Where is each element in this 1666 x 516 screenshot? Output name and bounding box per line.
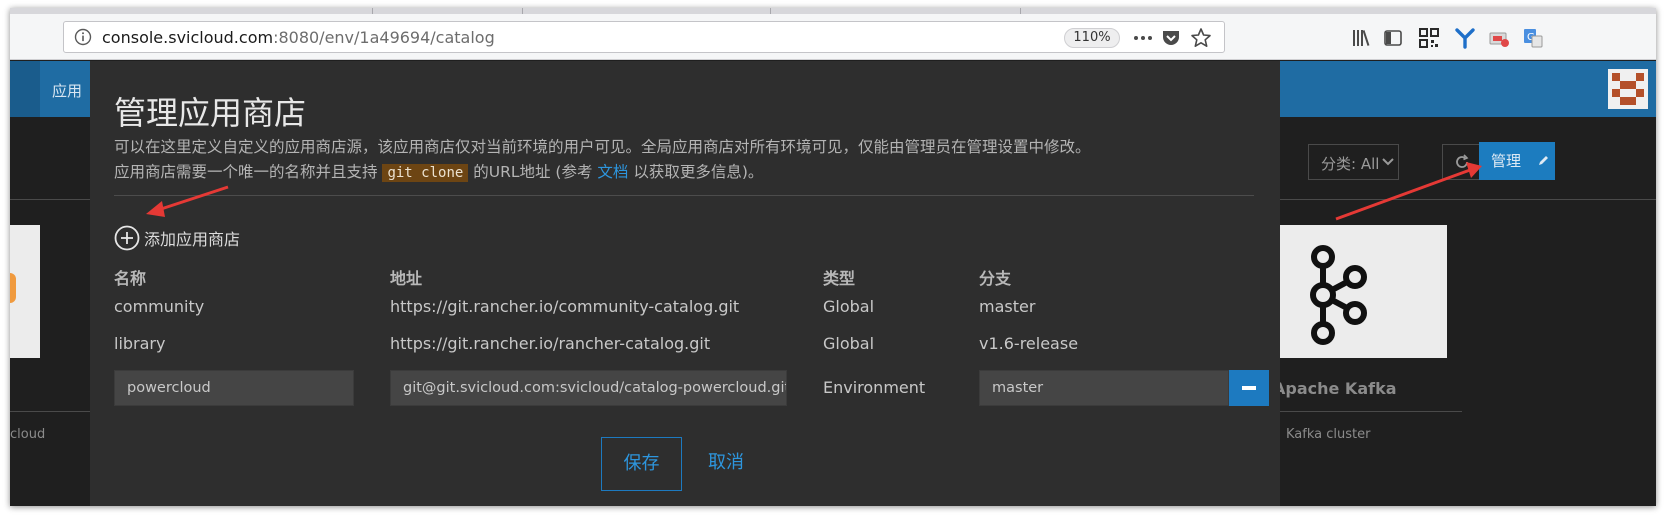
catalog-row-url: https://git.rancher.io/rancher-catalog.g…	[390, 334, 711, 353]
card-divider	[1259, 411, 1462, 412]
save-button[interactable]: 保存	[601, 437, 682, 491]
plus-circle-icon	[114, 225, 140, 251]
refresh-icon	[1456, 154, 1469, 168]
nav-edge	[10, 61, 40, 117]
url-path: :8080/env/1a49694/catalog	[273, 28, 495, 47]
column-header-name: 名称	[114, 269, 147, 288]
extension-flag-icon[interactable]	[1488, 27, 1510, 49]
description-text: 应用商店需要一个唯一的名称并且支持	[114, 163, 378, 181]
translate-icon[interactable]: G	[1522, 27, 1544, 49]
library-icon[interactable]	[1350, 27, 1372, 49]
screenshot-frame: console.svicloud.com:8080/env/1a49694/ca…	[10, 8, 1656, 506]
bookmark-star-icon[interactable]	[1190, 27, 1212, 49]
category-filter-label: 分类: All	[1321, 155, 1380, 173]
description-line-2: 应用商店需要一个唯一的名称并且支持 git clone 的URL地址 (参考 文…	[114, 160, 1264, 186]
catalog-row-branch: v1.6-release	[979, 334, 1079, 353]
card-logo-fragment	[10, 273, 16, 303]
catalog-row-type: Global	[823, 297, 875, 316]
catalog-url-input[interactable]: git@git.svicloud.com:svicloud/catalog-po…	[390, 370, 787, 406]
description-text: 以获取更多信息)。	[633, 163, 764, 181]
zoom-level-badge[interactable]: 110%	[1064, 28, 1120, 48]
category-filter[interactable]: 分类: All	[1308, 144, 1399, 180]
address-bar[interactable]: console.svicloud.com:8080/env/1a49694/ca…	[63, 21, 1225, 53]
refresh-button[interactable]	[1442, 144, 1482, 180]
catalog-row-name: library	[114, 334, 166, 353]
catalog-row-name: community	[114, 297, 205, 316]
card-divider	[10, 411, 90, 412]
catalog-row-url: https://git.rancher.io/community-catalog…	[390, 297, 740, 316]
catalog-type-value: Environment	[823, 378, 926, 397]
kafka-logo-icon	[1310, 245, 1367, 345]
catalog-name-input[interactable]: powercloud	[114, 370, 354, 406]
extension-y-icon[interactable]	[1454, 27, 1476, 49]
modal-title: 管理应用商店	[114, 94, 307, 132]
page-actions-icon[interactable]	[1132, 27, 1154, 49]
url-host: console.svicloud.com	[102, 28, 274, 47]
catalog-row-branch: master	[979, 297, 1036, 316]
browser-toolbar: console.svicloud.com:8080/env/1a49694/ca…	[10, 14, 1656, 60]
column-header-branch: 分支	[979, 269, 1012, 288]
chevron-down-icon	[1382, 158, 1394, 166]
sidebar-icon[interactable]	[1382, 27, 1404, 49]
description-line-1: 可以在这里定义自定义的应用商店源，该应用商店仅对当前环境的用户可见。全局应用商店…	[114, 138, 1091, 156]
catalog-row-type: Global	[823, 334, 875, 353]
nav-apps-label[interactable]: 应用	[52, 80, 82, 101]
column-header-type: 类型	[823, 269, 856, 288]
remove-catalog-button[interactable]	[1229, 370, 1269, 406]
cancel-button[interactable]: 取消	[708, 437, 768, 491]
qr-code-icon[interactable]	[1418, 27, 1440, 49]
description-text: 的URL地址 (参考	[473, 163, 593, 181]
manage-catalog-modal: 管理应用商店 可以在这里定义自定义的应用商店源，该应用商店仅对当前环境的用户可见…	[90, 61, 1280, 506]
info-icon[interactable]	[74, 28, 92, 46]
git-clone-code: git clone	[382, 164, 469, 182]
kafka-card[interactable]	[1259, 225, 1447, 358]
pocket-icon[interactable]	[1160, 27, 1182, 49]
card-description: cloud	[10, 427, 46, 442]
add-catalog-label: 添加应用商店	[144, 230, 241, 249]
catalog-card-partial[interactable]	[10, 225, 40, 358]
kafka-card-description: Kafka cluster	[1286, 427, 1371, 442]
modal-description: 可以在这里定义自定义的应用商店源，该应用商店仅对当前环境的用户可见。全局应用商店…	[114, 135, 1264, 186]
manage-catalog-button[interactable]: 管理	[1479, 142, 1555, 180]
modal-divider	[114, 195, 1254, 196]
kafka-card-title: Apache Kafka	[1273, 379, 1397, 398]
avatar[interactable]	[1608, 69, 1648, 109]
catalog-branch-input[interactable]: master	[979, 370, 1229, 406]
url-text[interactable]: console.svicloud.com:8080/env/1a49694/ca…	[102, 28, 495, 47]
minus-icon	[1242, 386, 1256, 390]
manage-label: 管理	[1491, 152, 1522, 170]
column-header-url: 地址	[390, 269, 423, 288]
docs-link[interactable]: 文档	[597, 163, 628, 181]
pencil-icon	[1539, 156, 1548, 165]
